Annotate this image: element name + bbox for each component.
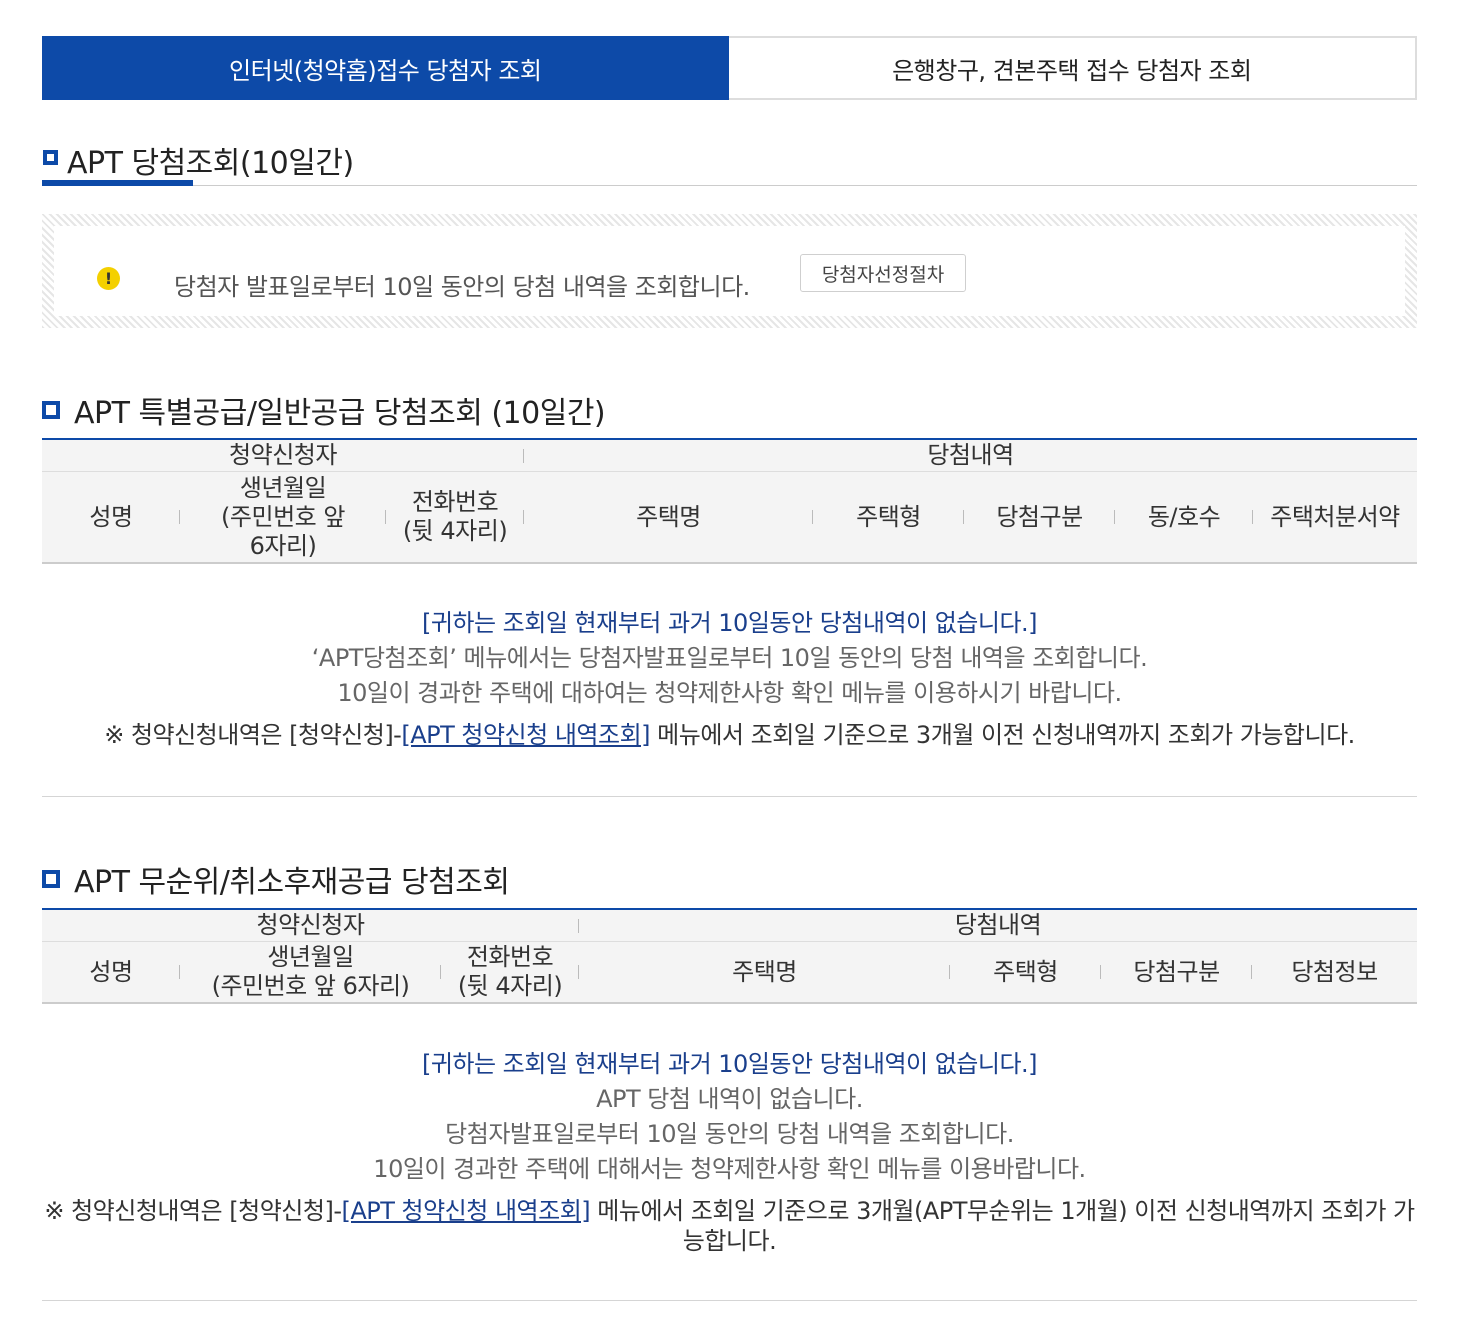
- divider: [42, 796, 1417, 797]
- tab-bank-winner[interactable]: 은행창구, 견본주택 접수 당첨자 조회: [728, 36, 1417, 100]
- table-header: 청약신청자 당첨내역 성명 생년월일 (주민번호 앞 6자리) 전화번호 (뒷 …: [42, 910, 1417, 1004]
- header-column-row: 성명 생년월일 (주민번호 앞 6자리) 전화번호 (뒷 4자리) 주택명 주택…: [42, 472, 1417, 562]
- col-type: 주택형: [813, 472, 964, 562]
- col-house: 주택명: [579, 942, 950, 1002]
- notice-message: 당첨자 발표일로부터 10일 동안의 당첨 내역을 조회합니다.: [174, 273, 750, 301]
- empty-line: 당첨자발표일로부터 10일 동안의 당첨 내역을 조회합니다.: [445, 1120, 1014, 1148]
- empty-title: [귀하는 조회일 현재부터 과거 10일동안 당첨내역이 없습니다.]: [421, 609, 1038, 637]
- empty-line: ‘APT당첨조회’ 메뉴에서는 당첨자발표일로부터 10일 동안의 당첨 내역을…: [311, 644, 1148, 672]
- page-title-text: APT 당첨조회(10일간): [67, 146, 354, 181]
- header-column-row: 성명 생년월일 (주민번호 앞 6자리) 전화번호 (뒷 4자리) 주택명 주택…: [42, 942, 1417, 1002]
- col-house: 주택명: [524, 472, 813, 562]
- divider: [42, 1300, 1417, 1301]
- section-random-title: APT 무순위/취소후재공급 당첨조회: [42, 857, 510, 901]
- col-birth: 생년월일 (주민번호 앞 6자리): [180, 942, 441, 1002]
- col-type: 주택형: [950, 942, 1101, 1002]
- group-result: 당첨내역: [954, 911, 1042, 939]
- col-phone-line2: (뒷 4자리): [402, 517, 508, 545]
- note-suffix: 메뉴에서 조회일 기준으로 3개월 이전 신청내역까지 조회가 가능합니다.: [650, 721, 1355, 749]
- section-title-text: APT 무순위/취소후재공급 당첨조회: [74, 865, 510, 900]
- col-birth-line1: 생년월일: [239, 473, 327, 502]
- section-title-text: APT 특별공급/일반공급 당첨조회 (10일간): [74, 396, 606, 431]
- col-unit: 동/호수: [1115, 472, 1253, 562]
- selection-procedure-button[interactable]: 당첨자선정절차: [800, 254, 966, 292]
- col-birth-line2: (주민번호 앞: [221, 502, 345, 531]
- col-phone-line1: 전화번호: [466, 943, 554, 971]
- section-special-general-title: APT 특별공급/일반공급 당첨조회 (10일간): [42, 388, 606, 432]
- header-group-row: 청약신청자 당첨내역: [42, 910, 1417, 942]
- title-underline: [42, 180, 193, 186]
- special-general-empty-state: [귀하는 조회일 현재부터 과거 10일동안 당첨내역이 없습니다.] ‘APT…: [42, 606, 1417, 753]
- square-bullet-icon: [42, 870, 60, 888]
- history-note: ※ 청약신청내역은 [청약신청]-[APT 청약신청 내역조회] 메뉴에서 조회…: [42, 718, 1417, 753]
- tab-internet-winner[interactable]: 인터넷(청약홈)접수 당첨자 조회: [42, 36, 729, 100]
- note-prefix: ※ 청약신청내역은 [청약신청]-: [104, 721, 402, 749]
- col-phone: 전화번호 (뒷 4자리): [386, 472, 524, 562]
- col-phone-line1: 전화번호: [411, 488, 499, 516]
- table-header: 청약신청자 당첨내역 성명 생년월일 (주민번호 앞 6자리) 전화번호 (뒷 …: [42, 440, 1417, 564]
- random-empty-state: [귀하는 조회일 현재부터 과거 10일동안 당첨내역이 없습니다.] APT …: [42, 1047, 1417, 1256]
- square-bullet-icon: [42, 401, 60, 419]
- empty-line: APT 당첨 내역이 없습니다.: [596, 1085, 863, 1113]
- col-birth-line3: 6자리): [249, 531, 317, 560]
- col-win-type: 당첨구분: [1101, 942, 1252, 1002]
- page-title: APT 당첨조회(10일간): [42, 138, 1417, 186]
- col-phone: 전화번호 (뒷 4자리): [441, 942, 579, 1002]
- empty-line: 10일이 경과한 주택에 대하여는 청약제한사항 확인 메뉴를 이용하시기 바랍…: [337, 679, 1122, 707]
- notice-inner: ! 당첨자 발표일로부터 10일 동안의 당첨 내역을 조회합니다. 당첨자선정…: [54, 226, 1405, 316]
- warning-icon: !: [97, 267, 120, 290]
- note-prefix: ※ 청약신청내역은 [청약신청]-: [44, 1197, 342, 1225]
- group-applicant: 청약신청자: [42, 440, 524, 471]
- apt-apply-history-link[interactable]: [APT 청약신청 내역조회]: [341, 1197, 590, 1225]
- empty-title: [귀하는 조회일 현재부터 과거 10일동안 당첨내역이 없습니다.]: [421, 1050, 1038, 1078]
- note-suffix: 메뉴에서 조회일 기준으로 3개월(APT무순위는 1개월) 이전 신청내역까지…: [590, 1197, 1415, 1255]
- apt-apply-history-link[interactable]: [APT 청약신청 내역조회]: [401, 721, 650, 749]
- col-name: 성명: [42, 942, 180, 1002]
- col-name: 성명: [42, 472, 180, 562]
- empty-line: 10일이 경과한 주택에 대해서는 청약제한사항 확인 메뉴를 이용바랍니다.: [373, 1155, 1086, 1183]
- notice-box: ! 당첨자 발표일로부터 10일 동안의 당첨 내역을 조회합니다. 당첨자선정…: [42, 214, 1417, 328]
- group-applicant: 청약신청자: [42, 910, 579, 941]
- col-disposal: 주택처분서약: [1270, 502, 1400, 531]
- col-birth-line1: 생년월일: [267, 943, 354, 971]
- col-birth: 생년월일 (주민번호 앞 6자리): [180, 472, 386, 562]
- col-win-type: 당첨구분: [964, 472, 1115, 562]
- group-result: 당첨내역: [927, 441, 1014, 469]
- special-general-result-table: 청약신청자 당첨내역 성명 생년월일 (주민번호 앞 6자리) 전화번호 (뒷 …: [42, 438, 1417, 564]
- random-result-table: 청약신청자 당첨내역 성명 생년월일 (주민번호 앞 6자리) 전화번호 (뒷 …: [42, 908, 1417, 1004]
- square-bullet-icon: [43, 150, 58, 165]
- header-group-row: 청약신청자 당첨내역: [42, 440, 1417, 472]
- col-win-info: 당첨정보: [1291, 957, 1378, 986]
- col-birth-line2: (주민번호 앞 6자리): [211, 972, 410, 1000]
- result-tabs: 인터넷(청약홈)접수 당첨자 조회 은행창구, 견본주택 접수 당첨자 조회: [42, 36, 1417, 100]
- notice-text: 당첨자 발표일로부터 10일 동안의 당첨 내역을 조회합니다.: [174, 267, 750, 302]
- history-note: ※ 청약신청내역은 [청약신청]-[APT 청약신청 내역조회] 메뉴에서 조회…: [42, 1196, 1417, 1256]
- col-phone-line2: (뒷 4자리): [457, 972, 563, 1000]
